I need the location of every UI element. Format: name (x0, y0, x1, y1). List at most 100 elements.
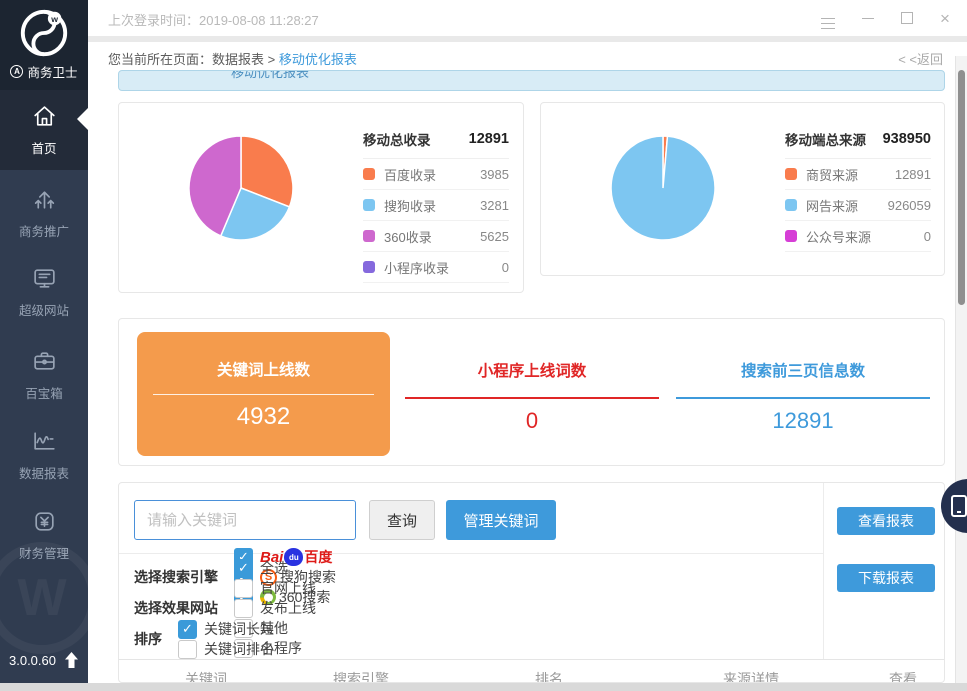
back-link[interactable]: < <返回 (898, 49, 943, 68)
minimize-icon[interactable] (862, 18, 874, 19)
stat-keywords-online: 关键词上线数 4932 (137, 332, 390, 456)
sort-filter-row: 排序 ✓关键词长短关键词排名 (134, 627, 294, 651)
legend-total: 12891 (469, 131, 509, 147)
legend-value: 0 (924, 229, 931, 244)
checkbox[interactable] (234, 579, 253, 598)
view-report-button[interactable]: 查看报表 (837, 507, 935, 535)
sidebar-item-label: 首页 (0, 138, 88, 157)
app-logo-icon: w (17, 6, 71, 60)
stat-label: 小程序上线词数 (405, 359, 659, 381)
legend-color-chip (363, 230, 375, 242)
site-checkbox[interactable]: 官网上线 (234, 578, 316, 598)
titlebar: 上次登录时间：2019-08-08 11:28:27 × (88, 0, 967, 36)
checkbox[interactable]: ✓ (178, 620, 197, 639)
sidebar-item-reports[interactable]: 数据报表 (0, 415, 88, 495)
legend-color-chip (785, 230, 797, 242)
sidebar: 首页 商务推广 超级网站 百宝箱 数据报表 (0, 90, 88, 683)
table-header: 查看 (889, 669, 917, 683)
legend-label: 360收录 (384, 227, 480, 246)
legend-label: 小程序收录 (384, 258, 502, 277)
report-chart-icon (31, 428, 58, 455)
legend-row: 百度收录 3985 (363, 159, 509, 190)
sidebar-item-promotion[interactable]: 商务推广 (0, 173, 88, 253)
legend-color-chip (363, 261, 375, 273)
sidebar-item-website[interactable]: 超级网站 (0, 252, 88, 332)
filter-option-label: 关键词长短 (204, 619, 274, 639)
scrollbar-thumb[interactable] (958, 70, 965, 305)
stat-divider (405, 397, 659, 399)
scrollbar-track[interactable] (955, 56, 967, 683)
site-filter-row: 选择效果网站 ✓全选官网上线发布上线其他小程序 (134, 596, 336, 620)
legend-value: 3281 (480, 198, 509, 213)
app-logo-block: w A 商务卫士 (0, 0, 88, 90)
update-arrow-icon[interactable] (64, 652, 79, 669)
promote-arrows-icon (31, 186, 58, 213)
table-header: 排名 (535, 669, 563, 683)
version-text: 3.0.0.60 (9, 653, 56, 668)
sort-filter-label: 排序 (134, 629, 162, 649)
pie-slice (611, 136, 715, 240)
breadcrumb: 您当前所在页面：数据报表 > 移动优化报表 < <返回 (88, 42, 967, 70)
horizontal-divider (119, 553, 823, 554)
window-controls: × (821, 0, 953, 36)
filter-option-label: 官网上线 (260, 578, 316, 598)
legend-label: 百度收录 (384, 165, 480, 184)
app-window: w A 商务卫士 上次登录时间：2019-08-08 11:28:27 × 您当… (0, 0, 967, 691)
sidebar-item-toolbox[interactable]: 百宝箱 (0, 335, 88, 415)
legend-label: 搜狗收录 (384, 196, 480, 215)
legend-row: 公众号来源 0 (785, 221, 931, 252)
stat-value: 4932 (137, 403, 390, 431)
stat-value: 12891 (676, 408, 930, 434)
notification-banner: 移动优化报表 (118, 70, 945, 91)
stat-divider (153, 394, 374, 395)
brand: A 商务卫士 (10, 62, 77, 81)
filter-option-label: 发布上线 (260, 598, 316, 618)
breadcrumb-current-link[interactable]: 移动优化报表 (279, 52, 357, 67)
stat-value: 0 (405, 408, 659, 434)
menu-icon[interactable] (821, 18, 835, 19)
legend-row: 商贸来源 12891 (785, 159, 931, 190)
sidebar-item-label: 商务推广 (0, 221, 88, 240)
service-phone-icon (951, 495, 967, 517)
close-icon[interactable]: × (940, 12, 953, 25)
brand-name: 商务卫士 (27, 62, 77, 81)
toolbox-icon (31, 348, 58, 375)
legend-value: 12891 (895, 167, 931, 182)
checkbox[interactable] (234, 599, 253, 618)
site-filter-label: 选择效果网站 (134, 598, 218, 618)
legend-row: 小程序收录 0 (363, 252, 509, 283)
maximize-icon[interactable] (901, 12, 913, 24)
checkbox[interactable] (178, 640, 197, 659)
checkbox[interactable]: ✓ (234, 559, 253, 578)
filter-option-label: 关键词排名 (204, 639, 274, 659)
sort-checkbox[interactable]: ✓ 关键词长短 (178, 619, 274, 639)
version-row: 3.0.0.60 (0, 652, 88, 669)
legend-row: 网告来源 926059 (785, 190, 931, 221)
website-monitor-icon (31, 265, 58, 292)
legend-value: 0 (502, 260, 509, 275)
sidebar-item-label: 超级网站 (0, 300, 88, 319)
stat-divider (676, 397, 930, 399)
stat-miniprogram-words: 小程序上线词数 0 (405, 319, 659, 434)
site-checkbox[interactable]: ✓全选 (234, 558, 316, 578)
keyword-search-input[interactable] (134, 500, 356, 540)
window-bottom-edge (0, 683, 967, 691)
site-checkbox[interactable]: 发布上线 (234, 598, 316, 618)
vertical-divider (823, 483, 824, 659)
sort-checkbox[interactable]: 关键词排名 (178, 639, 274, 659)
pie-chart (608, 133, 718, 243)
home-icon (31, 103, 58, 130)
query-button[interactable]: 查询 (369, 500, 435, 540)
legend-color-chip (785, 199, 797, 211)
legend-label: 商贸来源 (806, 165, 895, 184)
sidebar-item-home[interactable]: 首页 (0, 90, 88, 170)
legend-color-chip (785, 168, 797, 180)
download-report-button[interactable]: 下载报表 (837, 564, 935, 592)
legend-row: 360收录 5625 (363, 221, 509, 252)
legend-label: 公众号来源 (806, 227, 924, 246)
sidebar-item-label: 百宝箱 (0, 383, 88, 402)
table-header: 搜索引擎 (333, 669, 389, 683)
manage-keywords-button[interactable]: 管理关键词 (446, 500, 556, 540)
legend-row: 搜狗收录 3281 (363, 190, 509, 221)
chart-card-mobile-index: 移动总收录 12891 百度收录 3985 搜狗收录 3281 360收录 56… (118, 102, 524, 293)
